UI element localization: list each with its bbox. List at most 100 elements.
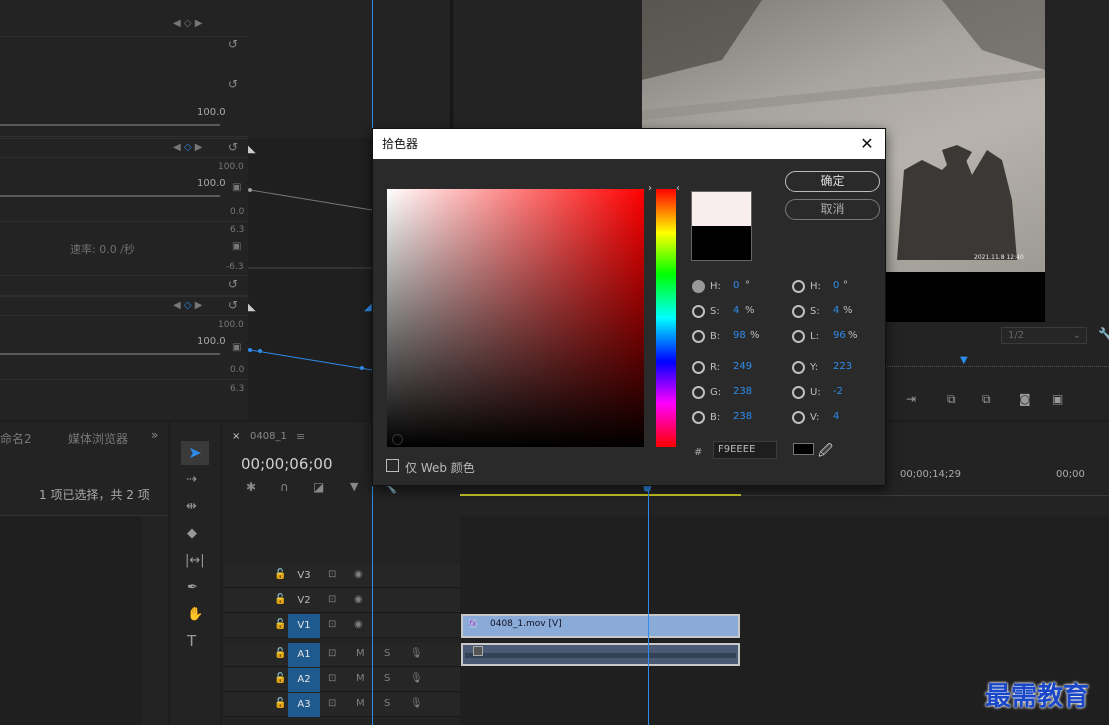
rgb-b-input[interactable]: 238: [733, 411, 752, 422]
lock-icon[interactable]: 🔓: [274, 569, 286, 580]
insert-icon[interactable]: ⇥: [906, 392, 916, 406]
radio-rgb-green[interactable]: [692, 386, 705, 399]
sync-icon[interactable]: ⊡: [328, 648, 336, 659]
radio-hsl-hue[interactable]: [792, 280, 805, 293]
tab-menu-icon[interactable]: ≡: [296, 430, 305, 443]
close-tab-icon[interactable]: ×: [232, 431, 240, 442]
sync-icon[interactable]: ⊡: [328, 619, 336, 630]
lift-icon[interactable]: ⧉: [947, 392, 956, 407]
radio-hsb-brightness[interactable]: [692, 330, 705, 343]
lock-icon[interactable]: 🔓: [274, 673, 286, 684]
track-name[interactable]: A3: [288, 693, 320, 717]
tab-media-browser[interactable]: 媒体浏览器: [68, 430, 128, 447]
hue-slider[interactable]: [656, 189, 676, 447]
graph-icon[interactable]: ▣: [232, 241, 241, 252]
graph-icon[interactable]: ▣: [232, 342, 241, 353]
audio-clip[interactable]: [461, 643, 740, 666]
radio-yuv-u[interactable]: [792, 386, 805, 399]
yuv-v-input[interactable]: 4: [833, 411, 839, 422]
video-clip[interactable]: fx 0408_1.mov [V]: [461, 614, 740, 638]
mute-icon[interactable]: M: [356, 648, 365, 659]
eye-icon[interactable]: ◉: [354, 594, 363, 605]
graph-icon[interactable]: ▣: [232, 182, 241, 193]
radio-hsl-lightness[interactable]: [792, 330, 805, 343]
value-readout[interactable]: 100.0: [197, 178, 226, 189]
mute-icon[interactable]: M: [356, 698, 365, 709]
rgb-r-input[interactable]: 249: [733, 361, 752, 372]
playhead-marker-icon[interactable]: ▼: [960, 355, 968, 366]
hsl-l-input[interactable]: 96: [833, 330, 846, 341]
yuv-y-input[interactable]: 223: [833, 361, 852, 372]
rgb-g-input[interactable]: 238: [733, 386, 752, 397]
hand-tool-icon[interactable]: ✋: [187, 607, 203, 622]
web-colors-checkbox[interactable]: [386, 459, 399, 472]
reset-icon[interactable]: ↺: [228, 37, 238, 51]
radio-hsl-saturation[interactable]: [792, 305, 805, 318]
radio-rgb-red[interactable]: [692, 361, 705, 374]
wrench-icon[interactable]: 🔧: [1098, 327, 1109, 341]
reset-icon[interactable]: ↺: [228, 77, 238, 91]
eyedropper-color-swatch[interactable]: [793, 443, 814, 455]
radio-yuv-y[interactable]: [792, 361, 805, 374]
track-name[interactable]: V3: [288, 564, 320, 588]
lock-icon[interactable]: 🔓: [274, 619, 286, 630]
eye-icon[interactable]: ◉: [354, 569, 363, 580]
value-slider[interactable]: [0, 124, 220, 126]
zoom-select[interactable]: 1/2 ⌄: [1001, 327, 1087, 344]
reset-icon[interactable]: ↺: [228, 298, 238, 312]
keyframe-graph[interactable]: ◣ ◣ ◢: [248, 138, 372, 420]
timeline-playhead[interactable]: [648, 485, 649, 725]
dialog-titlebar[interactable]: 拾色器: [373, 129, 885, 159]
project-bin-list[interactable]: [0, 516, 142, 725]
color-field-cursor[interactable]: [392, 434, 403, 445]
hue-slider-left-arrow-icon[interactable]: ‹: [676, 183, 680, 194]
keyframe-nav-icon[interactable]: ◀ ◇ ▶: [173, 18, 202, 29]
close-icon[interactable]: ✕: [857, 129, 877, 159]
snap-icon[interactable]: ✱: [246, 480, 256, 494]
solo-icon[interactable]: S: [384, 698, 390, 709]
mic-icon[interactable]: 🎙: [410, 698, 423, 709]
solo-icon[interactable]: S: [384, 673, 390, 684]
monitor-ruler[interactable]: [886, 366, 1109, 367]
hsb-b-input[interactable]: 98: [733, 330, 746, 341]
sync-icon[interactable]: ⊡: [328, 569, 336, 580]
lock-icon[interactable]: 🔓: [274, 594, 286, 605]
lock-icon[interactable]: 🔓: [274, 698, 286, 709]
keyframe-nav-icon[interactable]: ◀ ◇ ▶: [173, 300, 202, 311]
extract-icon[interactable]: ⧉: [982, 392, 991, 407]
value-slider[interactable]: [0, 353, 220, 355]
linked-selection-icon[interactable]: ∩: [280, 480, 289, 494]
panel-overflow-icon[interactable]: »: [151, 428, 158, 442]
eye-icon[interactable]: ◉: [354, 619, 363, 630]
timecode[interactable]: 00;00;06;00: [241, 455, 333, 473]
mute-icon[interactable]: M: [356, 673, 365, 684]
track-select-tool-icon[interactable]: ⇢: [186, 472, 197, 487]
cancel-button[interactable]: 取消: [785, 199, 880, 220]
mic-icon[interactable]: 🎙: [410, 673, 423, 684]
eyedropper-icon[interactable]: 🖉: [818, 440, 833, 464]
track-name[interactable]: A1: [288, 643, 320, 667]
radio-yuv-v[interactable]: [792, 411, 805, 424]
add-marker-icon[interactable]: ◪: [313, 480, 324, 494]
sync-icon[interactable]: ⊡: [328, 673, 336, 684]
value-readout[interactable]: 100.0: [197, 336, 226, 347]
hex-input[interactable]: F9EEEE: [713, 441, 777, 459]
tab-project[interactable]: 命名2: [0, 430, 32, 447]
keyframe-nav-icon[interactable]: ◀ ◇ ▶: [173, 142, 202, 153]
radio-hsb-hue[interactable]: [692, 280, 705, 293]
pen-tool-icon[interactable]: ✒: [187, 580, 198, 595]
marker-icon[interactable]: ▼: [350, 480, 358, 493]
razor-tool-icon[interactable]: ◆: [187, 526, 197, 541]
slip-tool-icon[interactable]: |↔|: [185, 553, 205, 568]
type-tool-icon[interactable]: T: [187, 632, 196, 650]
yuv-u-input[interactable]: -2: [833, 386, 843, 397]
reset-icon[interactable]: ↺: [228, 140, 238, 154]
solo-icon[interactable]: S: [384, 648, 390, 659]
sync-icon[interactable]: ⊡: [328, 594, 336, 605]
track-name[interactable]: A2: [288, 668, 320, 692]
mic-icon[interactable]: 🎙: [410, 648, 423, 659]
track-name[interactable]: V2: [288, 589, 320, 613]
saturation-brightness-field[interactable]: [387, 189, 644, 447]
ripple-edit-tool-icon[interactable]: ⇹: [186, 499, 197, 514]
radio-rgb-blue[interactable]: [692, 411, 705, 424]
